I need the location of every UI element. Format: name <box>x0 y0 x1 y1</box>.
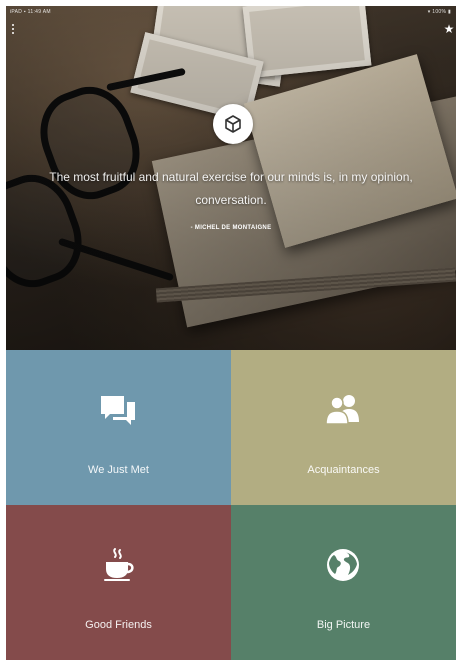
star-icon[interactable]: ★ <box>442 22 456 36</box>
category-label: We Just Met <box>88 464 149 476</box>
category-label: Acquaintances <box>307 464 380 476</box>
status-bar: iPAD ▪ 11:49 AM ▾ 100% ▮ <box>6 6 456 20</box>
people-icon <box>325 395 359 425</box>
category-label: Good Friends <box>85 619 152 631</box>
app-logo <box>213 104 253 144</box>
quote-text: The most fruitful and natural exercise f… <box>49 170 413 207</box>
category-tile-good-friends[interactable]: Good Friends <box>6 505 231 660</box>
category-tile-big-picture[interactable]: Big Picture <box>231 505 456 660</box>
category-tile-we-just-met[interactable]: We Just Met <box>6 350 231 505</box>
category-label: Big Picture <box>316 619 371 631</box>
status-battery: ▾ 100% ▮ <box>427 9 451 15</box>
status-carrier-time: iPAD ▪ 11:49 AM <box>10 9 51 15</box>
cube-icon <box>225 115 241 133</box>
globe-icon <box>327 549 359 581</box>
vertical-dots-icon[interactable] <box>10 24 16 36</box>
speech-bubbles-icon <box>101 396 135 425</box>
app-screen: iPAD ▪ 11:49 AM ▾ 100% ▮ ★ The most frui… <box>6 6 456 660</box>
quote-hero: iPAD ▪ 11:49 AM ▾ 100% ▮ ★ The most frui… <box>6 6 456 350</box>
category-tile-acquaintances[interactable]: Acquaintances <box>231 350 456 505</box>
quote-author: - MICHEL DE MONTAIGNE <box>190 225 272 231</box>
coffee-cup-icon <box>104 548 134 581</box>
